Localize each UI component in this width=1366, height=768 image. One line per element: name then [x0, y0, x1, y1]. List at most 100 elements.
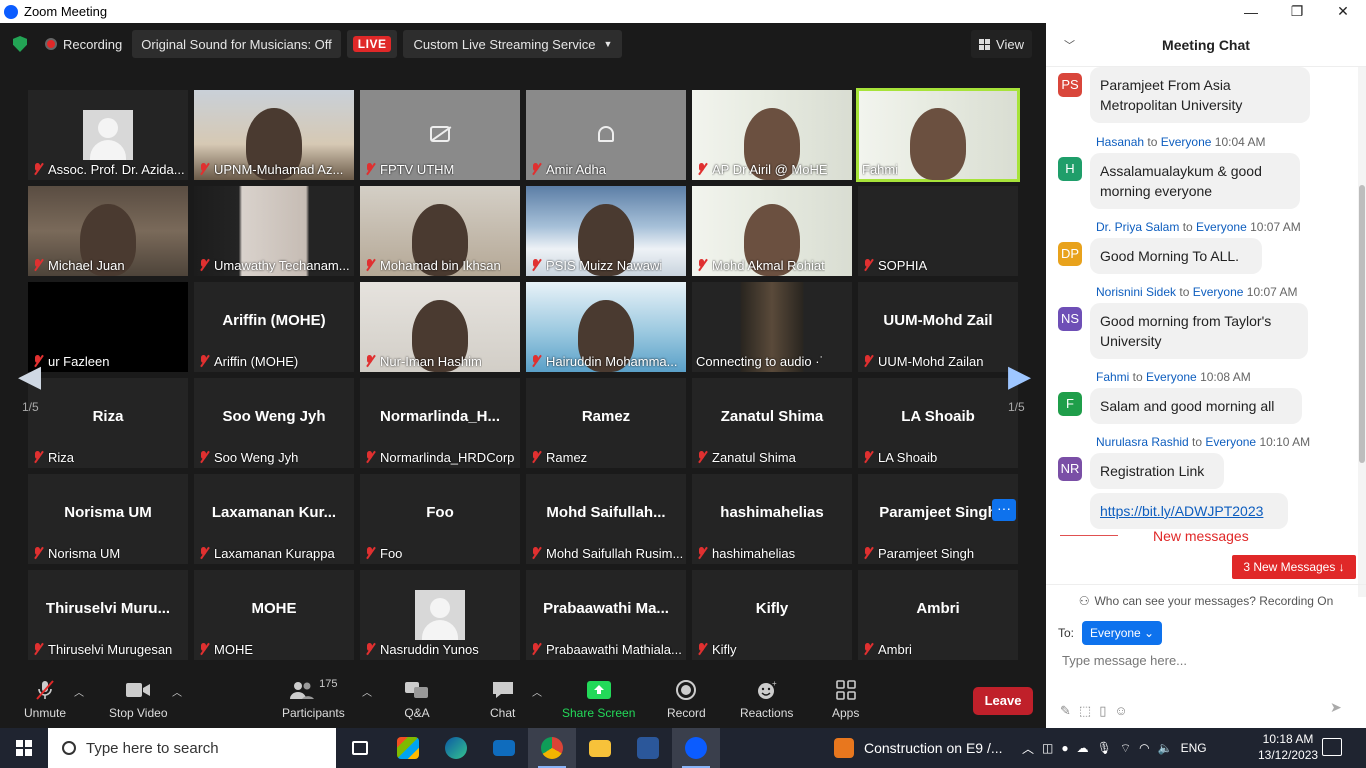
edge-browser-icon[interactable]	[432, 728, 480, 768]
audio-options-caret-icon[interactable]: ︿	[74, 684, 84, 699]
participant-tile[interactable]: Ramez Ramez	[526, 378, 686, 468]
participant-tile[interactable]: FPTV UTHM	[360, 90, 520, 180]
view-button[interactable]: View	[971, 30, 1032, 58]
participant-tile[interactable]: Foo Foo	[360, 474, 520, 564]
participants-caret-icon[interactable]: ︿	[362, 684, 372, 699]
traffic-notification[interactable]: Construction on E9 /...	[834, 728, 1003, 768]
participant-tile[interactable]: Mohamad bin Ikhsan	[360, 186, 520, 276]
send-icon[interactable]: ➤	[1330, 699, 1350, 719]
windows-start-icon[interactable]	[0, 728, 48, 768]
task-view-icon[interactable]	[336, 728, 384, 768]
registration-link[interactable]: https://bit.ly/ADWJPT2023	[1090, 493, 1288, 529]
recipient-name[interactable]: Everyone	[1205, 435, 1256, 449]
maximize-button[interactable]: ❐	[1274, 0, 1320, 23]
original-sound-button[interactable]: Original Sound for Musicians: Off	[132, 30, 341, 58]
previous-page-arrow-icon[interactable]: ◀	[18, 359, 41, 394]
emoji-icon[interactable]: ☺	[1114, 703, 1127, 719]
participant-tile[interactable]: Norisma UM Norisma UM	[28, 474, 188, 564]
tile-more-options-button[interactable]: ···	[992, 499, 1016, 521]
streaming-service-dropdown[interactable]: Custom Live Streaming Service ▼	[403, 30, 623, 58]
recipient-name[interactable]: Everyone	[1196, 220, 1247, 234]
notification-center-icon[interactable]	[1322, 738, 1342, 756]
zoom-taskbar-icon[interactable]	[672, 728, 720, 768]
screenshot-icon[interactable]: ⬚	[1079, 703, 1091, 719]
sender-name[interactable]: Nurulasra Rashid	[1096, 435, 1189, 449]
participant-tile[interactable]: UUM-Mohd Zail UUM-Mohd Zailan	[858, 282, 1018, 372]
participant-tile[interactable]: Riza Riza	[28, 378, 188, 468]
participants-button[interactable]: 175 Participants	[282, 678, 345, 720]
participant-tile[interactable]: LA Shoaib LA Shoaib	[858, 378, 1018, 468]
participant-tile[interactable]: AP Dr Airil @ MoHE	[692, 90, 852, 180]
unmute-button[interactable]: Unmute	[24, 678, 66, 720]
network-icon[interactable]: ⌔	[1120, 741, 1131, 756]
participant-tile[interactable]: Amir Adha	[526, 90, 686, 180]
participant-tile[interactable]: Ambri Ambri	[858, 570, 1018, 660]
record-button[interactable]: Record	[667, 678, 706, 720]
microphone-icon[interactable]: 🎙	[1097, 741, 1112, 755]
chat-caret-icon[interactable]: ︿	[532, 684, 542, 699]
file-explorer-icon[interactable]	[576, 728, 624, 768]
camera-icon[interactable]: ◫	[1042, 741, 1053, 755]
show-hidden-icons-icon[interactable]: ︿	[1022, 740, 1034, 757]
apps-button[interactable]: Apps	[832, 678, 859, 720]
recipient-name[interactable]: Everyone	[1146, 370, 1197, 384]
collapse-chevron-icon[interactable]: ﹀	[1064, 37, 1075, 53]
recording-indicator[interactable]: Recording	[37, 30, 130, 58]
close-button[interactable]: ✕	[1320, 0, 1366, 23]
video-options-caret-icon[interactable]: ︿	[172, 684, 182, 699]
chat-scrollbar[interactable]	[1358, 67, 1366, 597]
participant-tile[interactable]: Kifly Kifly	[692, 570, 852, 660]
sender-name[interactable]: Fahmi	[1096, 370, 1129, 384]
participant-tile[interactable]: Ariffin (MOHE) Ariffin (MOHE)	[194, 282, 354, 372]
participant-tile[interactable]: UPNM-Muhamad Az...	[194, 90, 354, 180]
format-icon[interactable]: ✎	[1060, 703, 1071, 719]
mail-icon[interactable]	[480, 728, 528, 768]
wifi-icon[interactable]: ◠	[1139, 741, 1149, 755]
participant-tile[interactable]: Zanatul Shima Zanatul Shima	[692, 378, 852, 468]
taskbar-search-box[interactable]: Type here to search	[48, 728, 336, 768]
participant-tile[interactable]: Mohd Saifullah... Mohd Saifullah Rusim...	[526, 474, 686, 564]
recipient-name[interactable]: Everyone	[1161, 135, 1212, 149]
language-indicator[interactable]: ENG	[1181, 741, 1207, 755]
participant-tile[interactable]: MOHE MOHE	[194, 570, 354, 660]
leave-button[interactable]: Leave	[973, 687, 1033, 715]
participant-tile[interactable]: SOPHIA	[858, 186, 1018, 276]
who-can-see-messages-link[interactable]: ⚇ Who can see your messages? Recording O…	[1046, 584, 1366, 608]
recipient-dropdown[interactable]: Everyone ⌄	[1082, 621, 1163, 645]
zoom-tray-icon[interactable]: ●	[1061, 741, 1068, 755]
chat-button[interactable]: Chat	[490, 678, 515, 720]
reactions-button[interactable]: + Reactions	[740, 678, 793, 720]
share-screen-button[interactable]: Share Screen	[562, 678, 635, 720]
participant-tile[interactable]: Connecting to audio ·˙	[692, 282, 852, 372]
microsoft-store-icon[interactable]	[384, 728, 432, 768]
minimize-button[interactable]: —	[1228, 0, 1274, 23]
participant-tile[interactable]: hashimahelias hashimahelias	[692, 474, 852, 564]
volume-icon[interactable]: 🔈	[1158, 741, 1173, 755]
participant-tile[interactable]: Michael Juan	[28, 186, 188, 276]
chat-message-input[interactable]: Type message here...	[1062, 653, 1187, 668]
recipient-name[interactable]: Everyone	[1193, 285, 1244, 299]
participant-tile[interactable]: Laxamanan Kur... Laxamanan Kurappa	[194, 474, 354, 564]
participant-tile[interactable]: Hairuddin Mohamma...	[526, 282, 686, 372]
qa-button[interactable]: Q&A	[404, 678, 430, 720]
participant-tile[interactable]: Soo Weng Jyh Soo Weng Jyh	[194, 378, 354, 468]
participant-tile[interactable]: Mohd Akmal Rohiat	[692, 186, 852, 276]
participant-tile[interactable]: PSIS Muizz Nawawi	[526, 186, 686, 276]
participant-tile[interactable]: Fahmi	[856, 88, 1020, 182]
word-icon[interactable]	[624, 728, 672, 768]
live-indicator[interactable]: LIVE	[346, 30, 398, 58]
participant-tile[interactable]: Assoc. Prof. Dr. Azida...	[28, 90, 188, 180]
participant-tile[interactable]: Umawathy Techanam...	[194, 186, 354, 276]
stop-video-button[interactable]: Stop Video	[109, 678, 168, 720]
scrollbar-thumb[interactable]	[1359, 185, 1365, 463]
taskbar-clock[interactable]: 10:18 AM 13/12/2023	[1258, 731, 1318, 763]
sender-name[interactable]: Hasanah	[1096, 135, 1144, 149]
participant-tile[interactable]: Thiruselvi Muru... Thiruselvi Murugesan	[28, 570, 188, 660]
sender-name[interactable]: Norisnini Sidek	[1096, 285, 1176, 299]
new-messages-jump-button[interactable]: 3 New Messages ↓	[1232, 555, 1356, 579]
cloud-icon[interactable]: ☁	[1077, 741, 1089, 755]
security-shield-icon[interactable]	[13, 36, 27, 52]
sender-name[interactable]: Dr. Priya Salam	[1096, 220, 1179, 234]
participant-tile[interactable]: Nasruddin Yunos	[360, 570, 520, 660]
participant-tile[interactable]: Prabaawathi Ma... Prabaawathi Mathiala...	[526, 570, 686, 660]
